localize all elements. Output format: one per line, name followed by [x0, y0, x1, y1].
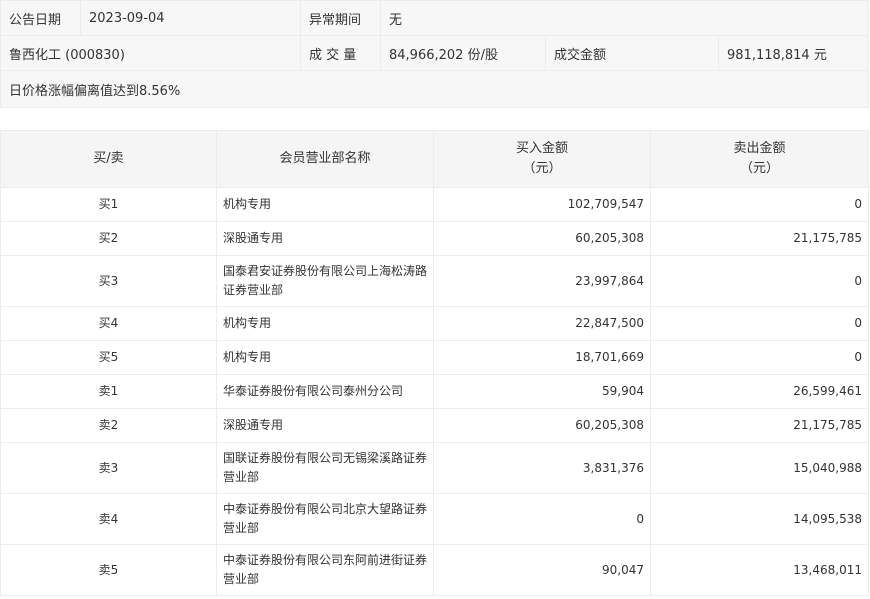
row-buy: 90,047 [433, 544, 651, 596]
row-sell: 14,095,538 [650, 493, 869, 545]
header-buy-amount: 买入金额 （元） [433, 130, 651, 188]
row-branch: 机构专用 [216, 340, 434, 375]
header-side: 买/卖 [0, 130, 217, 188]
row-sell: 0 [650, 255, 869, 307]
header-sell-amount-label: 卖出金额 [733, 141, 786, 156]
row-side: 买4 [0, 306, 217, 341]
row-branch: 深股通专用 [216, 221, 434, 256]
header-buy-amount-label: 买入金额 [515, 141, 568, 156]
row-side: 买1 [0, 187, 217, 222]
info-row-date: 公告日期 2023-09-04 异常期间 无 [0, 0, 870, 36]
row-sell: 15,040,988 [650, 442, 869, 494]
row-buy: 3,831,376 [433, 442, 651, 494]
table-row: 买5 机构专用 18,701,669 0 [0, 340, 869, 375]
row-branch: 中泰证券股份有限公司东阿前进街证券营业部 [216, 544, 434, 596]
row-buy: 60,205,308 [433, 221, 651, 256]
amount-value: 981,118,814 元 [717, 35, 870, 71]
table-row: 卖2 深股通专用 60,205,308 21,175,785 [0, 408, 869, 443]
row-branch: 国泰君安证券股份有限公司上海松涛路证券营业部 [216, 255, 434, 307]
row-buy: 59,904 [433, 374, 651, 409]
abnormal-period-value: 无 [379, 0, 870, 36]
row-sell: 0 [650, 340, 869, 375]
row-side: 买5 [0, 340, 217, 375]
row-sell: 13,468,011 [650, 544, 869, 596]
row-side: 买2 [0, 221, 217, 256]
volume-value: 84,966,202 份/股 [380, 35, 546, 71]
row-side: 卖2 [0, 408, 217, 443]
stock-name: 鲁西化工 (000830) [0, 35, 301, 71]
volume-label: 成 交 量 [300, 35, 381, 71]
row-side: 买3 [0, 255, 217, 307]
row-branch: 机构专用 [216, 306, 434, 341]
header-sell-amount-unit: （元） [739, 161, 779, 176]
table-row: 买1 机构专用 102,709,547 0 [0, 187, 869, 222]
row-sell: 0 [650, 306, 869, 341]
header-buy-amount-unit: （元） [522, 161, 562, 176]
announce-date-label: 公告日期 [0, 0, 81, 36]
table-row: 买3 国泰君安证券股份有限公司上海松涛路证券营业部 23,997,864 0 [0, 255, 869, 307]
abnormal-period-label: 异常期间 [300, 0, 381, 36]
announce-date-value: 2023-09-04 [80, 0, 301, 36]
announcement-info-table: 公告日期 2023-09-04 异常期间 无 鲁西化工 (000830) 成 交… [0, 0, 870, 108]
table-row: 买2 深股通专用 60,205,308 21,175,785 [0, 221, 869, 256]
row-sell: 21,175,785 [650, 221, 869, 256]
table-header-row: 买/卖 会员营业部名称 买入金额 （元） 卖出金额 （元） [0, 130, 869, 188]
row-side: 卖4 [0, 493, 217, 545]
table-row: 卖3 国联证券股份有限公司无锡梁溪路证券营业部 3,831,376 15,040… [0, 442, 869, 494]
row-side: 卖3 [0, 442, 217, 494]
row-sell: 26,599,461 [650, 374, 869, 409]
table-row: 买4 机构专用 22,847,500 0 [0, 306, 869, 341]
trading-seats-table: 买/卖 会员营业部名称 买入金额 （元） 卖出金额 （元） 买1 机构专用 10… [0, 130, 869, 596]
row-buy: 0 [433, 493, 651, 545]
row-buy: 23,997,864 [433, 255, 651, 307]
row-buy: 18,701,669 [433, 340, 651, 375]
table-row: 卖1 华泰证券股份有限公司泰州分公司 59,904 26,599,461 [0, 374, 869, 409]
row-branch: 深股通专用 [216, 408, 434, 443]
row-branch: 中泰证券股份有限公司北京大望路证券营业部 [216, 493, 434, 545]
row-buy: 60,205,308 [433, 408, 651, 443]
row-branch: 国联证券股份有限公司无锡梁溪路证券营业部 [216, 442, 434, 494]
header-sell-amount: 卖出金额 （元） [650, 130, 869, 188]
table-row: 卖5 中泰证券股份有限公司东阿前进街证券营业部 90,047 13,468,01… [0, 544, 869, 596]
row-side: 卖5 [0, 544, 217, 596]
header-branch: 会员营业部名称 [216, 130, 434, 188]
amount-label: 成交金额 [545, 35, 719, 71]
row-side: 卖1 [0, 374, 217, 409]
info-row-reason: 日价格涨幅偏离值达到8.56% [0, 70, 870, 108]
row-buy: 102,709,547 [433, 187, 651, 222]
row-branch: 华泰证券股份有限公司泰州分公司 [216, 374, 434, 409]
listing-reason: 日价格涨幅偏离值达到8.56% [0, 70, 870, 108]
table-row: 卖4 中泰证券股份有限公司北京大望路证券营业部 0 14,095,538 [0, 493, 869, 545]
row-buy: 22,847,500 [433, 306, 651, 341]
info-row-stock: 鲁西化工 (000830) 成 交 量 84,966,202 份/股 成交金额 … [0, 35, 870, 71]
row-sell: 21,175,785 [650, 408, 869, 443]
row-sell: 0 [650, 187, 869, 222]
row-branch: 机构专用 [216, 187, 434, 222]
